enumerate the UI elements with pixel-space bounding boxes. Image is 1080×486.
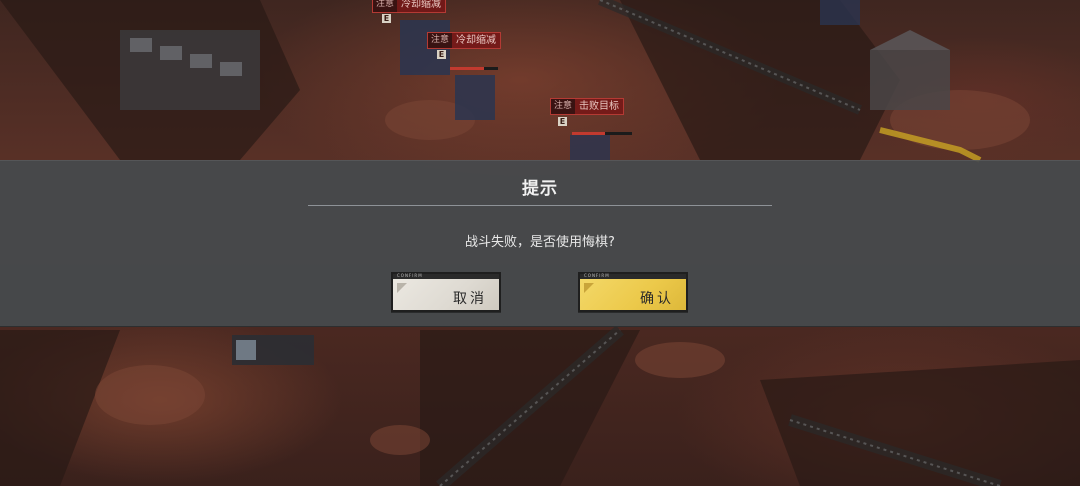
unit-tag-text: 冷却缩减 (401, 0, 442, 10)
button-strip-text: CONFIRM (397, 273, 423, 278)
unit-marker: E (437, 50, 446, 59)
unit-marker: E (558, 117, 567, 126)
button-strip-text: CONFIRM (584, 273, 610, 278)
cancel-button[interactable]: CONFIRM 取消 (391, 272, 501, 312)
cancel-button-label: 取消 (453, 291, 487, 307)
confirm-button[interactable]: CONFIRM 确认 (578, 272, 688, 312)
dialog-divider (308, 205, 772, 206)
unit-tag-text: 击败目标 (579, 100, 620, 112)
confirm-dialog: 提示 战斗失败，是否使用悔棋? CONFIRM 取消 CONFIRM 确认 (0, 160, 1080, 327)
enemy-unit-tag: 注意 击败目标 (550, 98, 625, 115)
unit-tag-kind: 注意 (373, 0, 398, 12)
confirm-button-label: 确认 (640, 291, 674, 307)
unit-health-bar (450, 67, 498, 70)
unit-tag-kind: 注意 (428, 33, 453, 48)
button-header-strip: CONFIRM (393, 273, 499, 279)
corner-notch-icon (397, 283, 407, 293)
dialog-message: 战斗失败，是否使用悔棋? (465, 235, 615, 250)
unit-health-bar (572, 132, 632, 135)
enemy-unit-tag: 注意 冷却缩减 (427, 32, 502, 49)
button-header-strip: CONFIRM (580, 273, 686, 279)
enemy-unit-tag: 注意 冷却缩减 (372, 0, 447, 13)
dialog-title: 提示 (522, 179, 558, 199)
unit-tag-text: 冷却缩减 (456, 34, 497, 46)
corner-notch-icon (584, 283, 594, 293)
unit-marker: E (382, 14, 391, 23)
unit-tag-kind: 注意 (551, 99, 576, 114)
